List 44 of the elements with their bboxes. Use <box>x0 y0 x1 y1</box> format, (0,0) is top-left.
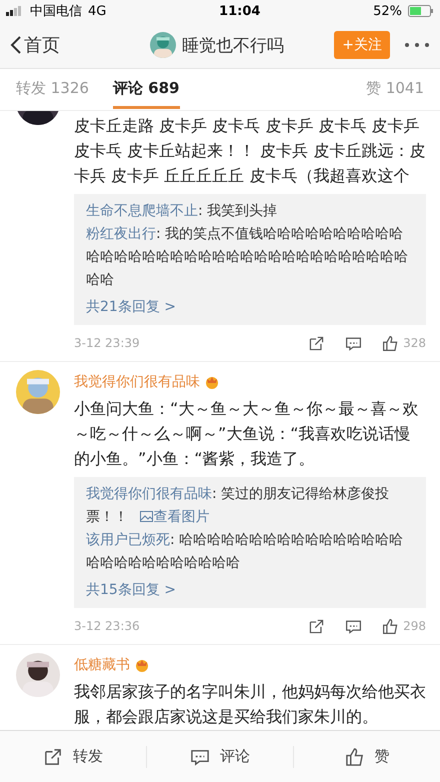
comment-text: 小鱼问大鱼：“大～鱼～大～鱼～你～最～喜～欢～吃～什～么～啊～”大鱼说：“我喜欢吃说话慢的小鱼。”小鱼：“酱紫，我造了。 <box>74 398 420 470</box>
battery-icon <box>408 5 434 17</box>
carrier-name: 中国电信 <box>30 3 82 20</box>
back-chevron-icon[interactable] <box>10 35 22 55</box>
reply-text: 我觉得你们很有品味: 笑过的朋友记得给林彦俊投票！！ 查看图片 <box>86 485 390 527</box>
comment-time: 3-12 23:39 <box>74 336 141 350</box>
battery-percent: 52% <box>373 4 402 18</box>
more-icon[interactable] <box>404 42 430 48</box>
reply-text: 粉红夜出行: 我的笑点不值钱哈哈哈哈哈哈哈哈哈哈哈哈哈哈哈哈哈哈哈哈哈哈哈哈哈哈哈哈哈哈哈哈哈哈哈 <box>86 225 409 290</box>
badge-icon <box>204 375 220 389</box>
tab[interactable]: 赞 1041 <box>366 70 424 108</box>
view-image-link[interactable]: 查看图片 <box>132 509 210 525</box>
comment-icon[interactable] <box>345 334 362 352</box>
like-count: 298 <box>403 619 426 633</box>
share-icon[interactable] <box>308 334 326 352</box>
like-button[interactable]: 赞 <box>293 746 440 768</box>
network-type: 4G <box>88 4 106 18</box>
reply-text: 生命不息爬墙不止: 我笑到头掉 <box>86 202 278 221</box>
comment-icon[interactable] <box>345 618 362 634</box>
share-icon[interactable] <box>308 618 326 634</box>
follow-button[interactable]: +关注 <box>334 31 390 59</box>
user-name[interactable]: 低糖藏书 <box>74 656 130 674</box>
more-replies-link[interactable]: 共15条回复 > <box>86 579 414 602</box>
share-button[interactable]: 转发 <box>0 746 146 768</box>
share-icon[interactable] <box>43 746 63 766</box>
comment-text: 皮卡丘走路 皮卡乒 皮卡乓 皮卡乒 皮卡乓 皮卡乒皮卡乓 皮卡丘站起来！！ 皮卡兵 皮卡丘跳远：皮卡兵 皮卡乒 丘丘丘丘丘 皮卡乓（我超喜欢这个 <box>74 115 426 187</box>
back-button[interactable]: 首页 <box>10 33 60 57</box>
image-icon[interactable] <box>140 511 154 522</box>
reply-text: 该用户已烦死: 哈哈哈哈哈哈哈哈哈哈哈哈哈哈哈哈哈哈哈哈哈哈哈哈哈哈哈 <box>86 531 404 573</box>
comment-time: 3-12 23:36 <box>74 619 141 633</box>
like-count: 328 <box>403 336 426 350</box>
clock-time: 11:04 <box>218 4 262 18</box>
like-icon[interactable] <box>382 618 400 634</box>
badge-icon <box>134 658 150 672</box>
tab[interactable]: 评论 689 <box>112 70 180 108</box>
comment-text: 我邻居家孩子的名字叫朱川，他妈妈每次给他买衣服，都会跟店家说这是买给我们家朱川的。 <box>74 681 426 728</box>
user-name[interactable]: 我觉得你们很有品味 <box>74 373 200 391</box>
like-icon[interactable] <box>344 746 364 766</box>
more-replies-link[interactable]: 共21条回复 > <box>86 296 414 319</box>
comment-button[interactable]: 评论 <box>146 746 293 768</box>
tab[interactable]: 转发 1326 <box>16 70 89 108</box>
page-title: 睡觉也不行吗 <box>182 34 284 56</box>
like-icon[interactable] <box>382 334 400 352</box>
signal-icon <box>6 6 24 16</box>
